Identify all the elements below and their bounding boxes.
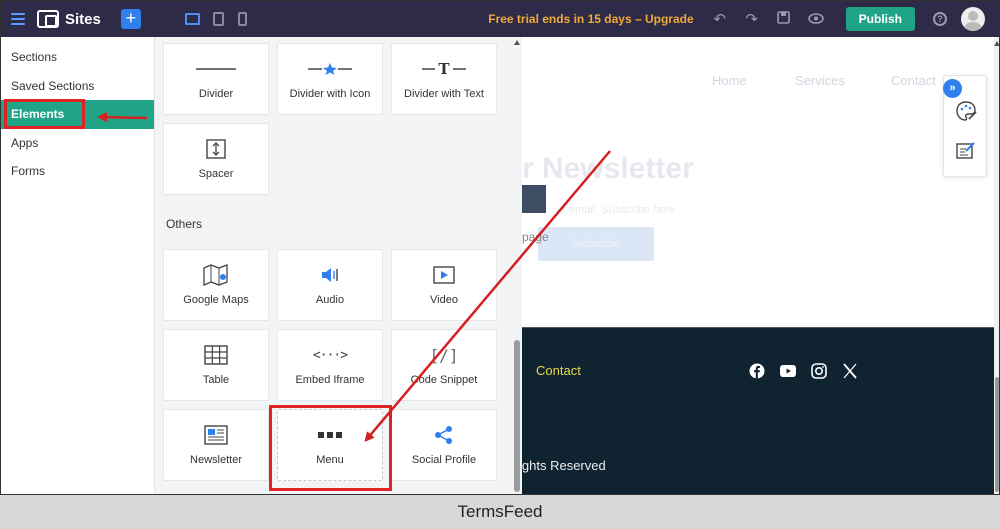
subscribe-button[interactable]: Subscribe: [538, 227, 654, 261]
top-bar: Sites + Free trial ends in 15 days – Upg…: [1, 1, 999, 37]
canvas-scroll-thumb[interactable]: [995, 377, 999, 492]
hamburger-icon[interactable]: [11, 13, 25, 25]
edit-note-icon[interactable]: [956, 141, 976, 162]
element-card-video[interactable]: Video: [391, 249, 497, 321]
sidebar-item-saved-sections[interactable]: Saved Sections: [1, 72, 154, 101]
element-card-label: Spacer: [198, 168, 234, 180]
help-icon[interactable]: ?: [933, 12, 947, 26]
x-twitter-icon[interactable]: [842, 363, 858, 379]
element-card-label: Social Profile: [411, 454, 477, 466]
facebook-icon[interactable]: [749, 363, 765, 379]
app-name: Sites: [65, 10, 101, 28]
element-card-divider[interactable]: Divider: [163, 43, 269, 115]
desktop-view-icon[interactable]: [184, 13, 200, 25]
tablet-view-icon[interactable]: [212, 12, 224, 26]
newsletter-icon: [164, 424, 268, 446]
app-window: Sites + Free trial ends in 15 days – Upg…: [0, 0, 1000, 495]
user-avatar[interactable]: [961, 7, 985, 31]
panel-scroll-thumb[interactable]: [514, 340, 520, 492]
save-icon[interactable]: [776, 10, 792, 28]
site-nav-services[interactable]: Services: [795, 73, 845, 88]
divider-text-icon: T: [392, 58, 496, 80]
watermark-caption: TermsFeed: [0, 495, 1000, 529]
site-nav-contact[interactable]: Contact: [891, 73, 936, 88]
design-palette-icon[interactable]: [955, 100, 977, 125]
collapse-panel-button[interactable]: »: [943, 79, 962, 98]
add-button[interactable]: +: [120, 9, 141, 29]
video-icon: [392, 264, 496, 286]
element-card-spacer[interactable]: Spacer: [163, 123, 269, 195]
element-card-label: Code Snippet: [410, 374, 478, 386]
elements-highlight-box: [4, 99, 85, 129]
table-icon: [164, 344, 268, 366]
preview-eye-icon[interactable]: [807, 11, 824, 28]
newsletter-email-placeholder: ur email, Subscribe here: [556, 204, 676, 216]
code-icon: [/]: [392, 344, 496, 366]
audio-icon: [278, 264, 382, 286]
element-card-label: Divider: [198, 88, 234, 100]
site-nav-home[interactable]: Home: [712, 73, 747, 88]
sidebar: Sections Saved Sections Elements Apps Fo…: [1, 37, 155, 494]
page-text-fragment: page: [522, 230, 549, 244]
youtube-icon[interactable]: [780, 363, 796, 379]
canvas-scrollbar[interactable]: [994, 37, 999, 494]
scroll-up-icon[interactable]: [514, 40, 520, 45]
sites-logo-icon: [37, 10, 59, 28]
divider-text-glyph: T: [438, 61, 450, 77]
undo-icon[interactable]: ↶: [712, 10, 728, 28]
site-footer: Contact ights Reserved: [522, 327, 994, 494]
element-card-label: Audio: [315, 294, 345, 306]
iframe-icon: <···>: [278, 344, 382, 366]
spacer-icon: [164, 138, 268, 160]
element-card-label: Divider with Text: [404, 88, 484, 100]
element-card-divider-with-icon[interactable]: Divider with Icon: [277, 43, 383, 115]
newsletter-heading: r Newsletter: [522, 152, 694, 185]
divider-icon: [164, 58, 268, 80]
element-card-label: Video: [430, 294, 458, 306]
divider-star-icon: [278, 58, 382, 80]
panel-scrollbar[interactable]: [513, 37, 522, 494]
trial-upgrade-link[interactable]: Free trial ends in 15 days – Upgrade: [488, 12, 693, 26]
element-card-embed-iframe[interactable]: <···> Embed Iframe: [277, 329, 383, 401]
sidebar-item-apps[interactable]: Apps: [1, 129, 154, 158]
element-card-code-snippet[interactable]: [/] Code Snippet: [391, 329, 497, 401]
element-card-social-profile[interactable]: Social Profile: [391, 409, 497, 481]
element-card-divider-with-text[interactable]: T Divider with Text: [391, 43, 497, 115]
sidebar-item-sections[interactable]: Sections: [1, 43, 154, 72]
publish-button[interactable]: Publish: [845, 7, 915, 31]
element-card-newsletter[interactable]: Newsletter: [163, 409, 269, 481]
site-email-input-edge: [522, 185, 546, 213]
canvas-scroll-up-icon[interactable]: [994, 41, 999, 46]
element-card-label: Embed Iframe: [295, 374, 365, 386]
element-card-label: Google Maps: [183, 294, 249, 306]
instagram-icon[interactable]: [811, 363, 827, 379]
sidebar-item-forms[interactable]: Forms: [1, 157, 154, 186]
element-card-audio[interactable]: Audio: [277, 249, 383, 321]
others-section-title: Others: [166, 217, 203, 231]
map-icon: [164, 264, 268, 286]
element-card-label: Newsletter: [190, 454, 242, 466]
element-card-label: Divider with Icon: [289, 88, 371, 100]
share-icon: [392, 424, 496, 446]
mobile-view-icon[interactable]: [237, 12, 247, 26]
element-card-label: Table: [202, 374, 230, 386]
footer-contact-link[interactable]: Contact: [536, 363, 581, 378]
element-card-google-maps[interactable]: Google Maps: [163, 249, 269, 321]
iframe-icon-glyph: <···>: [312, 347, 348, 363]
element-card-table[interactable]: Table: [163, 329, 269, 401]
redo-icon[interactable]: ↷: [744, 10, 760, 28]
code-icon-glyph: [/]: [429, 345, 459, 365]
menu-highlight-box: [269, 405, 392, 491]
footer-copyright: ights Reserved: [522, 458, 606, 473]
website-canvas[interactable]: Home Services Contact r Newsletter ur em…: [522, 37, 994, 494]
